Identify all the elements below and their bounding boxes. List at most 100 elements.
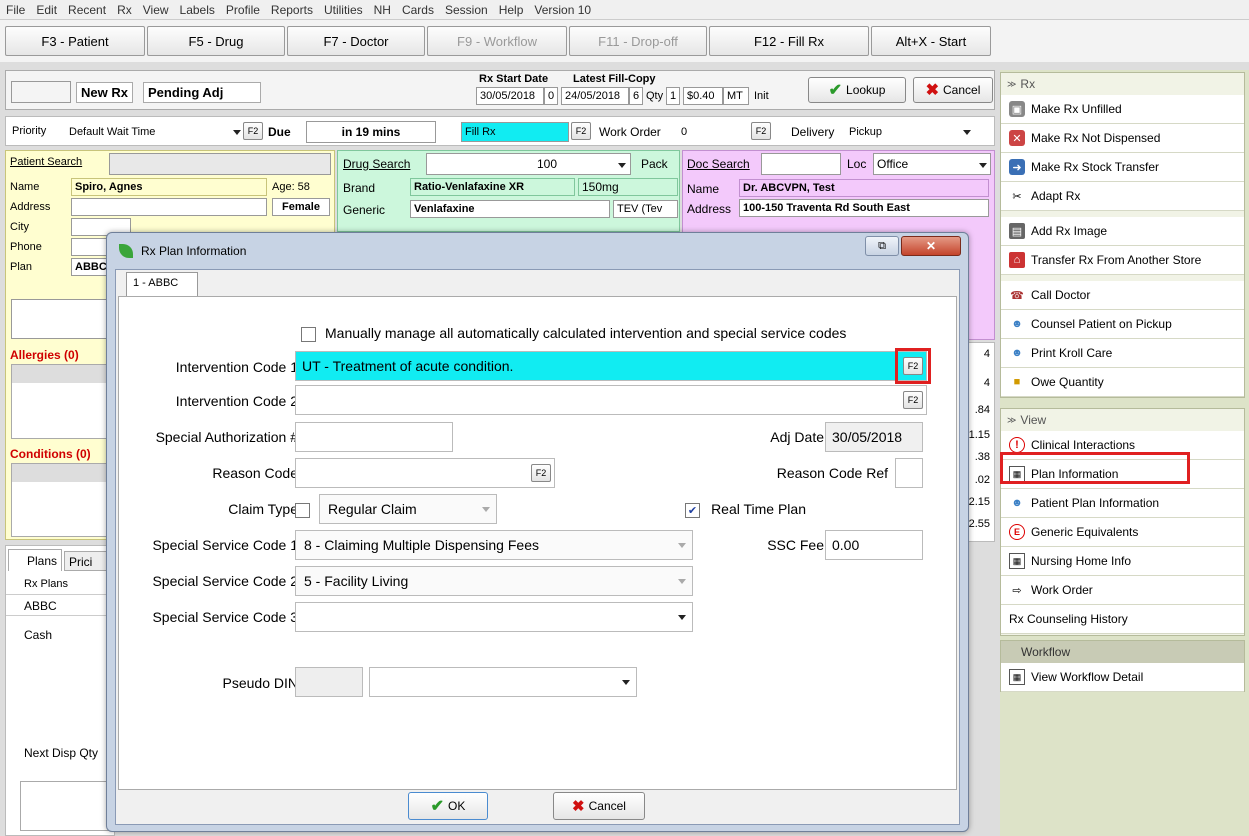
arrow-icon: ⇨ [1012, 584, 1022, 597]
ok-button[interactable]: ✔ OK [408, 792, 488, 820]
view-workflow-detail-item[interactable]: ▦ View Workflow Detail [1001, 663, 1244, 692]
manual-manage-checkbox[interactable] [301, 327, 316, 342]
priority-f2-button[interactable]: F2 [243, 122, 263, 140]
special-service-code-2-select[interactable]: 5 - Facility Living [295, 566, 693, 596]
menu-nh[interactable]: NH [374, 3, 391, 17]
owe-quantity-item[interactable]: ■ Owe Quantity [1001, 368, 1244, 397]
generic-icon: E [1009, 524, 1025, 540]
menu-view[interactable]: View [143, 3, 169, 17]
make-rx-not-dispensed-item[interactable]: ✕ Make Rx Not Dispensed [1001, 124, 1244, 153]
delivery-dropdown-arrow[interactable] [963, 130, 971, 135]
menu-edit[interactable]: Edit [36, 3, 57, 17]
generic-name: Venlafaxine [410, 200, 610, 218]
list-item[interactable]: Cash [6, 624, 114, 646]
drug-search-arrow[interactable] [618, 163, 626, 168]
workflow-group-header[interactable]: Workflow [1001, 641, 1244, 663]
drug-search-input[interactable]: 100 [426, 153, 631, 175]
view-group-header[interactable]: ≫ View [1001, 409, 1244, 431]
fill-f2-button[interactable]: F2 [571, 122, 591, 140]
menu-profile[interactable]: Profile [226, 3, 260, 17]
reason-code-f2-button[interactable]: F2 [531, 464, 551, 482]
alt-x-start-button[interactable]: Alt+X - Start [871, 26, 991, 56]
f11-dropoff-button[interactable]: F11 - Drop-off [569, 26, 707, 56]
intervention-code-2-input[interactable] [295, 385, 927, 415]
menu-cards[interactable]: Cards [402, 3, 434, 17]
patient-plan-information-item[interactable]: ☻ Patient Plan Information [1001, 489, 1244, 518]
real-time-plan-checkbox[interactable]: ✔ [685, 503, 700, 518]
lookup-button[interactable]: ✔ Lookup [808, 77, 906, 103]
claim-type-select[interactable]: Regular Claim [319, 494, 497, 524]
work-order-f2-button[interactable]: F2 [751, 122, 771, 140]
fill-rx-field[interactable]: Fill Rx [461, 122, 569, 142]
menu-version[interactable]: Version 10 [534, 3, 591, 17]
close-button[interactable]: ✕ [901, 236, 961, 256]
pseudo-din-input[interactable] [295, 667, 363, 697]
f5-drug-button[interactable]: F5 - Drug [147, 26, 285, 56]
loc-select[interactable]: Office [873, 153, 991, 175]
f7-doctor-button[interactable]: F7 - Doctor [287, 26, 425, 56]
menu-file[interactable]: File [6, 3, 25, 17]
workflow-actions-group: Workflow ▦ View Workflow Detail [1000, 640, 1245, 692]
ssc-fee-input[interactable]: 0.00 [825, 530, 923, 560]
special-service-code-3-select[interactable] [295, 602, 693, 632]
tab-plans[interactable]: Plans [8, 549, 62, 571]
menu-utilities[interactable]: Utilities [324, 3, 363, 17]
special-authorization-input[interactable] [295, 422, 453, 452]
cancel-rx-button[interactable]: ✖ Cancel [913, 77, 993, 103]
rx-group-header[interactable]: ≫ Rx [1001, 73, 1244, 95]
menu-recent[interactable]: Recent [68, 3, 106, 17]
transfer-rx-item[interactable]: ⌂ Transfer Rx From Another Store [1001, 246, 1244, 275]
delivery-select[interactable]: Pickup [846, 122, 976, 142]
claim-type-checkbox[interactable] [295, 503, 310, 518]
dialog-cancel-button[interactable]: ✖ Cancel [553, 792, 645, 820]
counsel-patient-item[interactable]: ☻ Counsel Patient on Pickup [1001, 310, 1244, 339]
menu-session[interactable]: Session [445, 3, 488, 17]
rx-counseling-history-item[interactable]: Rx Counseling History [1001, 605, 1244, 634]
work-order-value[interactable]: 0 [678, 122, 743, 142]
menu-rx[interactable]: Rx [117, 3, 132, 17]
pricing-value: 4 [983, 348, 990, 360]
adj-date-input[interactable]: 30/05/2018 [825, 422, 923, 452]
chevron-down-icon [678, 579, 686, 584]
restore-button[interactable]: ⧉ [865, 236, 899, 256]
alert-icon: ! [1009, 437, 1025, 453]
nursing-home-info-item[interactable]: ▦ Nursing Home Info [1001, 547, 1244, 576]
patient-search-input[interactable] [109, 153, 331, 175]
call-doctor-item[interactable]: ☎ Call Doctor [1001, 281, 1244, 310]
work-order-item[interactable]: ⇨ Work Order [1001, 576, 1244, 605]
make-rx-unfilled-item[interactable]: ▣ Make Rx Unfilled [1001, 95, 1244, 124]
dialog-title-bar[interactable]: Rx Plan Information [107, 233, 968, 269]
doc-search-input[interactable] [761, 153, 841, 175]
tab-abbc[interactable]: 1 - ABBC [126, 272, 198, 296]
f9-workflow-button[interactable]: F9 - Workflow [427, 26, 567, 56]
list-item[interactable]: ABBC [6, 594, 114, 616]
pseudo-din-select[interactable] [369, 667, 637, 697]
loc-label: Loc [847, 157, 867, 171]
pending-adj-label: Pending Adj [143, 82, 261, 103]
doc-name: Dr. ABCVPN, Test [739, 179, 989, 197]
loc-dropdown-arrow[interactable] [979, 163, 987, 168]
pricing-value: .84 [974, 404, 990, 416]
doc-address: 100-150 Traventa Rd South East [739, 199, 989, 217]
intervention-code-2-f2-button[interactable]: F2 [903, 391, 923, 409]
make-rx-stock-transfer-item[interactable]: ➜ Make Rx Stock Transfer [1001, 153, 1244, 182]
adapt-rx-item[interactable]: ✂ Adapt Rx [1001, 182, 1244, 211]
special-service-code-1-select[interactable]: 8 - Claiming Multiple Dispensing Fees [295, 530, 693, 560]
f12-fill-rx-button[interactable]: F12 - Fill Rx [709, 26, 869, 56]
check-icon: ✔ [430, 798, 445, 815]
conditions-label[interactable]: Conditions (0) [10, 447, 91, 461]
menu-help[interactable]: Help [499, 3, 524, 17]
add-rx-image-item[interactable]: ▤ Add Rx Image [1001, 217, 1244, 246]
priority-select[interactable]: Default Wait Time [66, 122, 216, 142]
print-kroll-care-item[interactable]: ☻ Print Kroll Care [1001, 339, 1244, 368]
reason-code-ref-input[interactable] [895, 458, 923, 488]
reason-code-input[interactable] [295, 458, 555, 488]
claim-type-label: Claim Type [228, 501, 298, 517]
priority-dropdown-arrow[interactable] [233, 130, 241, 135]
intervention-code-1-input[interactable]: UT - Treatment of acute condition. [295, 351, 927, 381]
f3-patient-button[interactable]: F3 - Patient [5, 26, 145, 56]
allergies-label[interactable]: Allergies (0) [10, 348, 79, 362]
menu-reports[interactable]: Reports [271, 3, 313, 17]
generic-equivalents-item[interactable]: E Generic Equivalents [1001, 518, 1244, 547]
menu-labels[interactable]: Labels [180, 3, 215, 17]
